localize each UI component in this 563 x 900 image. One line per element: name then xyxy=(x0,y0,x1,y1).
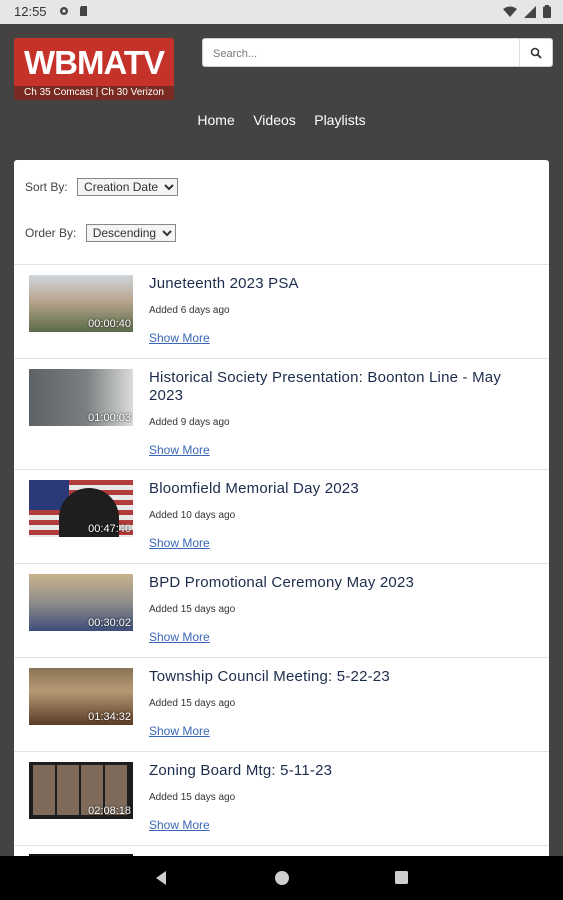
video-added: Added 15 days ago xyxy=(149,792,236,803)
sd-card-icon xyxy=(80,6,87,16)
show-more-link[interactable]: Show More xyxy=(149,630,210,644)
sort-label: Sort By: xyxy=(25,180,68,194)
video-duration: 00:47:40 xyxy=(88,523,131,535)
video-added: Added 15 days ago xyxy=(149,698,236,709)
nav-playlists[interactable]: Playlists xyxy=(314,112,365,128)
logo-channels: Ch 35 Comcast | Ch 30 Verizon xyxy=(14,86,174,100)
video-added: Added 9 days ago xyxy=(149,417,230,428)
search-input[interactable] xyxy=(211,44,515,64)
signal-icon xyxy=(524,5,536,18)
battery-icon xyxy=(543,5,551,18)
show-more-link[interactable]: Show More xyxy=(149,818,210,832)
logo-wordmark: WBMA xyxy=(23,44,125,81)
video-title[interactable]: BPD Promotional Ceremony May 2023 xyxy=(149,574,519,592)
order-filter: Order By: Descending xyxy=(25,224,176,242)
list-divider xyxy=(14,845,549,846)
video-thumbnail[interactable]: 01:34:32 xyxy=(29,668,133,725)
video-list-item[interactable]: 00:47:40 Bloomfield Memorial Day 2023 Ad… xyxy=(14,469,549,564)
status-time: 12:55 xyxy=(14,4,47,19)
video-thumbnail[interactable]: 02:08:18 xyxy=(29,762,133,819)
show-more-link[interactable]: Show More xyxy=(149,443,210,457)
recents-icon[interactable] xyxy=(394,870,409,885)
video-list-item[interactable]: 02:08:18 Zoning Board Mtg: 5-11-23 Added… xyxy=(14,751,549,846)
video-title[interactable]: Township Council Meeting: 5-22-23 xyxy=(149,668,519,686)
wbma-tv-logo[interactable]: WBMATV Ch 35 Comcast | Ch 30 Verizon xyxy=(14,38,174,100)
system-nav-bar xyxy=(0,856,563,900)
video-duration: 00:30:02 xyxy=(88,617,131,629)
video-duration: 01:34:32 xyxy=(88,711,131,723)
show-more-link[interactable]: Show More xyxy=(149,724,210,738)
sort-filter: Sort By: Creation Date xyxy=(25,178,179,196)
video-duration: 02:08:18 xyxy=(88,805,131,817)
video-title[interactable]: Historical Society Presentation: Boonton… xyxy=(149,369,519,405)
back-icon[interactable] xyxy=(154,870,168,886)
order-label: Order By: xyxy=(25,226,77,240)
logo-tv: TV xyxy=(123,44,165,81)
video-duration: 00:00:40 xyxy=(88,318,131,330)
video-thumbnail[interactable]: 00:47:40 xyxy=(29,480,133,537)
search-button[interactable] xyxy=(519,39,552,66)
order-select[interactable]: Descending xyxy=(85,224,176,242)
video-thumbnail[interactable]: 01:00:03 xyxy=(29,369,133,426)
video-title[interactable]: Bloomfield Memorial Day 2023 xyxy=(149,480,519,498)
video-list-item[interactable]: 00:00:40 Juneteenth 2023 PSA Added 6 day… xyxy=(14,264,549,359)
show-more-link[interactable]: Show More xyxy=(149,331,210,345)
sort-select[interactable]: Creation Date xyxy=(77,178,179,196)
settings-icon xyxy=(60,7,68,15)
wifi-icon xyxy=(503,6,517,17)
nav-home[interactable]: Home xyxy=(197,112,234,128)
video-title[interactable]: Juneteenth 2023 PSA xyxy=(149,275,519,293)
video-list-panel: Sort By: Creation Date Order By: Descend… xyxy=(14,160,549,860)
video-list-item[interactable]: 00:30:02 BPD Promotional Ceremony May 20… xyxy=(14,563,549,658)
show-more-link[interactable]: Show More xyxy=(149,536,210,550)
search-icon xyxy=(530,47,542,59)
video-added: Added 10 days ago xyxy=(149,510,236,521)
video-thumbnail[interactable]: 00:30:02 xyxy=(29,574,133,631)
video-added: Added 6 days ago xyxy=(149,305,230,316)
home-icon[interactable] xyxy=(274,870,290,886)
video-added: Added 15 days ago xyxy=(149,604,236,615)
status-bar: 12:55 xyxy=(0,0,563,24)
main-nav: Home Videos Playlists xyxy=(0,112,563,130)
video-title[interactable]: Zoning Board Mtg: 5-11-23 xyxy=(149,762,519,780)
video-list-item[interactable]: 01:34:32 Township Council Meeting: 5-22-… xyxy=(14,657,549,752)
video-list-item[interactable]: 01:00:03 Historical Society Presentation… xyxy=(14,358,549,470)
video-duration: 01:00:03 xyxy=(88,412,131,424)
search-box xyxy=(202,38,553,67)
video-thumbnail[interactable]: 00:00:40 xyxy=(29,275,133,332)
nav-videos[interactable]: Videos xyxy=(253,112,296,128)
